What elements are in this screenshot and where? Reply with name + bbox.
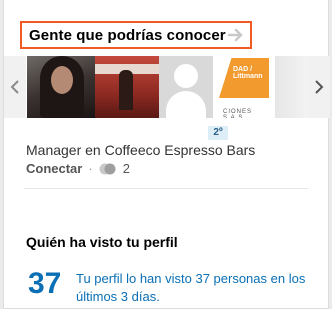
- separator: ·: [88, 161, 93, 176]
- sidebar-card: Gente que podrías conocer DAD / Littmann…: [3, 0, 330, 309]
- chevron-left-icon: [10, 80, 19, 94]
- chevron-right-icon: [315, 80, 324, 94]
- wvmp-count[interactable]: 37: [28, 266, 61, 302]
- carousel-next-button[interactable]: [308, 56, 330, 118]
- pymk-title[interactable]: Gente que podrías conocer: [29, 27, 226, 44]
- logo-text: DAD / Littmann: [233, 66, 263, 80]
- person-photo-placeholder[interactable]: [159, 56, 213, 118]
- connect-row: Conectar · 2: [26, 161, 130, 176]
- silhouette-head: [174, 64, 198, 88]
- carousel-prev-button[interactable]: [4, 56, 26, 118]
- person-photo[interactable]: [27, 56, 95, 118]
- connect-button[interactable]: Conectar: [26, 161, 82, 176]
- silhouette-body: [166, 91, 206, 118]
- pymk-carousel: DAD / Littmann CIONES S.A.S.: [4, 56, 330, 118]
- company-logo[interactable]: DAD / Littmann CIONES S.A.S.: [213, 56, 275, 118]
- person-photo[interactable]: [95, 56, 159, 118]
- connection-degree-badge: 2º: [208, 126, 228, 140]
- person-photo-partial[interactable]: [275, 56, 308, 118]
- person-headline: Manager en Coffeeco Espresso Bars: [26, 142, 256, 158]
- arrow-right-icon[interactable]: [228, 28, 244, 42]
- divider: [24, 188, 308, 189]
- shared-connections-count[interactable]: 2: [123, 161, 130, 176]
- photo-face: [51, 66, 73, 94]
- shared-connections-icon: [99, 163, 116, 174]
- photo-figure: [119, 70, 133, 110]
- pymk-header[interactable]: Gente que podrías conocer: [20, 21, 252, 49]
- wvmp-description-link[interactable]: Tu perfil lo han visto 37 personas en lo…: [76, 270, 316, 306]
- logo-caption: CIONES S.A.S.: [223, 109, 253, 118]
- wvmp-title: Quién ha visto tu perfil: [26, 234, 178, 250]
